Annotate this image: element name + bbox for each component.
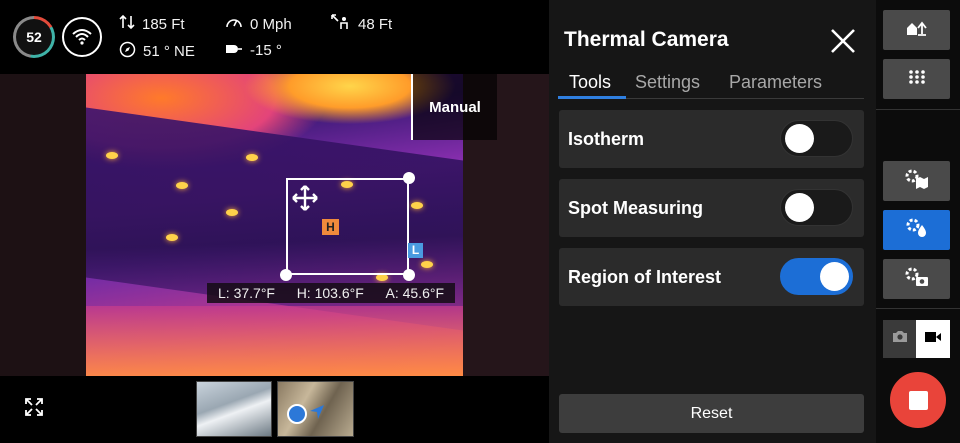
- temperature-readout: L: 37.7°F H: 103.6°F A: 45.6°F: [207, 283, 455, 303]
- record-button[interactable]: [890, 372, 946, 428]
- thermal-settings-button[interactable]: [883, 210, 950, 250]
- panel-title: Thermal Camera: [564, 28, 729, 51]
- fullscreen-icon[interactable]: [25, 398, 43, 421]
- option-row-spot-measuring: Spot Measuring: [559, 179, 864, 237]
- move-arrows-icon[interactable]: [291, 184, 319, 217]
- camera-letterbox-left: [0, 74, 86, 376]
- gear-drop-icon: [905, 217, 929, 244]
- roi-handle-bottom-left[interactable]: [280, 269, 292, 281]
- low-temp-value: L: 37.7°F: [218, 285, 275, 301]
- battery-percent: 52: [26, 29, 42, 45]
- wifi-signal-icon: [62, 17, 102, 57]
- telemetry-bar: 52 185 Ft 51 ° NE 0 Mph -15 ° 48 Ft: [0, 0, 549, 74]
- rgb-camera-thumbnail[interactable]: [196, 381, 272, 437]
- option-label: Isotherm: [568, 129, 645, 149]
- gimbal-value: -15 °: [250, 41, 282, 59]
- hotspot: [421, 261, 433, 268]
- isotherm-toggle[interactable]: [780, 120, 853, 157]
- altitude-readout: 185 Ft: [119, 14, 185, 34]
- speed-value: 0 Mph: [250, 15, 292, 33]
- sidebar-divider: [876, 308, 960, 309]
- focus-mode-label[interactable]: Manual: [411, 74, 497, 140]
- heading-value: 51 ° NE: [143, 43, 195, 60]
- map-thumbnail[interactable]: [277, 381, 354, 437]
- gear-camera-icon: [905, 267, 929, 292]
- high-temp-marker: H: [322, 219, 339, 235]
- photo-mode-button[interactable]: [883, 320, 916, 358]
- spot-measuring-toggle[interactable]: [780, 189, 853, 226]
- pilot-location-icon: [287, 404, 307, 424]
- battery-gauge: 52: [13, 16, 55, 58]
- gimbal-icon: [225, 41, 243, 59]
- video-mode-button[interactable]: [916, 320, 950, 358]
- hotspot: [226, 209, 238, 216]
- speed-readout: 0 Mph: [225, 14, 292, 34]
- thermal-camera-panel: Thermal Camera Tools Settings Parameters…: [549, 0, 876, 443]
- tab-parameters[interactable]: Parameters: [729, 72, 822, 93]
- hotspot: [411, 202, 423, 209]
- reset-button[interactable]: Reset: [559, 394, 864, 433]
- camera-settings-button[interactable]: [883, 259, 950, 299]
- hotspot: [166, 234, 178, 241]
- toggle-knob: [785, 193, 814, 222]
- roi-handle-top-right[interactable]: [403, 172, 415, 184]
- compass-icon: [119, 41, 136, 62]
- map-settings-button[interactable]: [883, 161, 950, 201]
- toggle-knob: [820, 262, 849, 291]
- gear-map-icon: [905, 169, 929, 194]
- camera-icon: [892, 330, 908, 348]
- camera-view: Manual 52 185 Ft 51 ° NE 0 Mph -15 ° 48 …: [0, 0, 549, 443]
- right-sidebar: [876, 0, 960, 443]
- sidebar-divider: [876, 109, 960, 110]
- speedometer-icon: [225, 14, 243, 34]
- hotspot: [106, 152, 118, 159]
- option-row-isotherm: Isotherm: [559, 110, 864, 168]
- high-temp-value: H: 103.6°F: [296, 285, 364, 301]
- menu-button[interactable]: [883, 59, 950, 99]
- panel-tabs: Tools Settings Parameters: [558, 68, 864, 99]
- option-label: Region of Interest: [568, 267, 722, 287]
- tab-tools[interactable]: Tools: [569, 72, 611, 93]
- region-of-interest-toggle[interactable]: [780, 258, 853, 295]
- thermal-ground-area: [86, 306, 463, 376]
- hotspot: [376, 274, 388, 281]
- video-camera-icon: [924, 330, 942, 348]
- gimbal-readout: -15 °: [225, 41, 282, 59]
- altitude-icon: [119, 14, 135, 34]
- option-label: Spot Measuring: [568, 198, 704, 218]
- hotspot: [246, 154, 258, 161]
- active-tab-indicator: [558, 96, 626, 99]
- tab-settings[interactable]: Settings: [635, 72, 700, 93]
- distance-value: 48 Ft: [358, 15, 393, 33]
- roi-handle-bottom-right[interactable]: [403, 269, 415, 281]
- grid-menu-icon: [908, 69, 926, 89]
- home-upload-icon: [906, 20, 928, 41]
- stop-icon: [908, 390, 928, 410]
- close-icon[interactable]: [828, 26, 858, 56]
- heading-readout: 51 ° NE: [119, 41, 195, 62]
- bottom-bar: [0, 376, 549, 443]
- distance-readout: 48 Ft: [331, 14, 392, 34]
- home-upload-button[interactable]: [883, 10, 950, 50]
- option-row-region-of-interest: Region of Interest: [559, 248, 864, 306]
- hotspot: [176, 182, 188, 189]
- distance-home-icon: [331, 14, 351, 34]
- altitude-value: 185 Ft: [142, 15, 185, 33]
- average-temp-value: A: 45.6°F: [385, 285, 444, 301]
- low-temp-marker: L: [408, 243, 423, 258]
- navigation-arrow-icon: [309, 404, 325, 425]
- toggle-knob: [785, 124, 814, 153]
